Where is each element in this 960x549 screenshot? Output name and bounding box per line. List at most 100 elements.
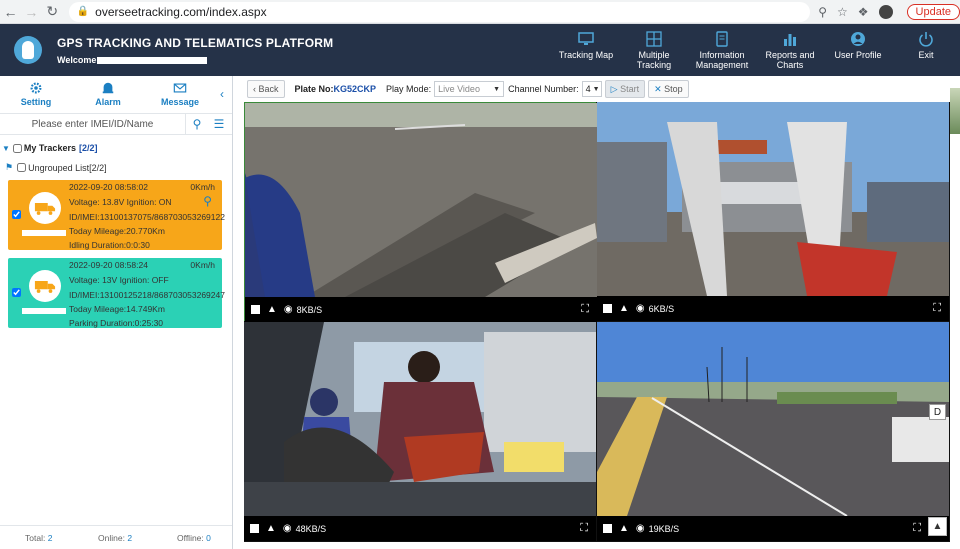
menu-user-profile[interactable]: User Profile [824, 24, 892, 76]
menu-information-management[interactable]: Information Management [688, 24, 756, 76]
bitrate-label: 8KB/S [296, 304, 323, 315]
list-menu-icon[interactable]: ☰ [208, 117, 230, 131]
document-icon [716, 31, 728, 47]
tab-alarm[interactable]: Alarm [72, 81, 144, 107]
plate-label: Plate No:KG52CKP [294, 84, 377, 94]
truck-icon [29, 192, 61, 224]
camera-icon[interactable]: ◉ [636, 303, 645, 314]
menu-exit[interactable]: Exit [892, 24, 960, 76]
map-thumbnail[interactable] [950, 88, 960, 134]
offline-count: Offline: 0 [177, 532, 211, 543]
monitor-icon [578, 32, 594, 45]
bar-chart-icon [784, 34, 796, 46]
tracker-speed: 0Km/h [190, 260, 215, 270]
tree-my-trackers[interactable]: ▼ My Trackers [2/2] [2, 143, 97, 153]
tracker-duration: Idling Duration:0:0:30 [69, 240, 150, 250]
tracker-duration: Parking Duration:0:25:30 [69, 318, 164, 328]
chevron-down-icon: ▼ [493, 85, 501, 93]
record-toggle[interactable] [250, 524, 259, 533]
redacted-tracker-name [22, 230, 66, 236]
record-toggle[interactable] [603, 304, 612, 313]
profile-avatar[interactable] [878, 4, 893, 19]
video-controls: ▲ ◉ 19KB/S ⛶ [597, 516, 949, 541]
camera-icon[interactable]: ◉ [636, 523, 645, 534]
video-channel-3[interactable]: ▲ ◉ 48KB/S ⛶ [244, 322, 596, 541]
close-icon: ✕ [654, 83, 662, 94]
start-button[interactable]: ▷ Start [604, 80, 646, 98]
speaker-icon[interactable]: ▲ [619, 523, 629, 534]
stop-button[interactable]: ✕ Stop [648, 80, 689, 98]
update-button[interactable]: Update [906, 3, 960, 20]
menu-reports-charts[interactable]: Reports and Charts [756, 24, 824, 76]
expand-arrow-icon[interactable]: ▼ [2, 144, 10, 153]
video-feed [245, 103, 597, 297]
extensions-icon[interactable]: ❖ [858, 5, 869, 19]
record-toggle[interactable] [603, 524, 612, 533]
camera-icon[interactable]: ◉ [284, 304, 293, 315]
redacted-username [97, 56, 208, 64]
tracker-card[interactable]: 2022-09-20 08:58:24 0Km/h Voltage: 13V I… [8, 258, 225, 328]
tracker-card[interactable]: 2022-09-20 08:58:02 0Km/h ⚲ Voltage: 13.… [8, 180, 225, 250]
tracker-imei: ID/IMEI:13100137075/868703053269122 [69, 212, 225, 222]
tracker-summary: Total: 2 Online: 2 Offline: 0 [0, 525, 232, 549]
main-menu: Tracking Map Multiple Tracking Informati… [552, 24, 960, 76]
video-controls: ▲ ◉ 48KB/S ⛶ [244, 516, 596, 541]
camera-icon[interactable]: ◉ [283, 523, 292, 534]
key-icon[interactable]: ⚲ [818, 5, 827, 19]
video-channel-4[interactable]: ▲ ◉ 19KB/S ⛶ [597, 322, 949, 541]
fullscreen-icon[interactable]: ⛶ [581, 303, 589, 316]
direction-badge[interactable]: D [929, 404, 946, 420]
forward-arrow-icon[interactable]: → [21, 1, 42, 23]
grid-icon [646, 31, 662, 47]
tab-message[interactable]: Message [144, 81, 216, 107]
welcome-text: Welcome [57, 55, 208, 65]
tab-setting[interactable]: Setting [0, 81, 72, 107]
play-icon: ▷ [610, 83, 618, 94]
menu-tracking-map[interactable]: Tracking Map [552, 24, 620, 76]
collapse-chevron-icon[interactable]: ‹ [220, 87, 224, 101]
tracker-timestamp: 2022-09-20 08:58:24 [69, 260, 148, 270]
play-mode-select[interactable]: Live Video ▼ [434, 81, 505, 97]
alarm-icon [102, 82, 114, 94]
ungrouped-checkbox[interactable] [17, 163, 27, 172]
tracker-imei: ID/IMEI:13100125218/868703053269247 [69, 290, 225, 300]
speaker-icon[interactable]: ▲ [619, 303, 629, 314]
bitrate-label: 19KB/S [648, 523, 680, 534]
back-arrow-icon[interactable]: ← [0, 1, 21, 23]
tracker-mileage: Today Mileage:20.770Km [69, 226, 165, 236]
video-feed [597, 102, 949, 296]
video-controls: ▲ ◉ 8KB/S ⛶ [245, 297, 597, 322]
platform-title: GPS TRACKING AND TELEMATICS PLATFORM [57, 36, 334, 50]
record-toggle[interactable] [251, 305, 260, 314]
tracker-voltage: Voltage: 13.8V Ignition: ON [69, 197, 172, 207]
total-count: Total: 2 [25, 532, 53, 543]
channel-number-select[interactable]: 4 ▼ [581, 81, 602, 97]
reload-icon[interactable]: ↻ [42, 1, 63, 23]
play-mode-label: Play Mode: [386, 84, 432, 94]
satellite-icon: ⚲ [203, 194, 212, 208]
search-icon[interactable]: ⚲ [186, 117, 208, 131]
channel-number-label: Channel Number: [508, 84, 579, 94]
speaker-icon[interactable]: ▲ [266, 523, 276, 534]
menu-multiple-tracking[interactable]: Multiple Tracking [620, 24, 688, 76]
imei-search-input[interactable] [0, 114, 186, 134]
speaker-icon[interactable]: ▲ [267, 304, 277, 315]
tracker-checkbox[interactable] [12, 288, 21, 297]
my-trackers-checkbox[interactable] [12, 143, 22, 153]
address-bar[interactable]: 🔒 overseetracking.com/index.aspx [68, 1, 811, 22]
fullscreen-icon[interactable]: ⛶ [933, 302, 941, 315]
tree-ungrouped-list[interactable]: ⚑ Ungrouped List[2/2] [5, 162, 107, 173]
back-button[interactable]: ‹ Back [247, 80, 285, 98]
fullscreen-icon[interactable]: ⛶ [913, 522, 921, 535]
video-channel-2[interactable]: ▲ ◉ 6KB/S ⛶ [597, 102, 949, 321]
fullscreen-icon[interactable]: ⛶ [580, 522, 588, 535]
bitrate-label: 48KB/S [295, 523, 327, 534]
video-channel-1[interactable]: ▲ ◉ 8KB/S ⛶ [244, 102, 597, 322]
redacted-tracker-name [22, 308, 66, 314]
tracker-checkbox[interactable] [12, 210, 21, 219]
star-icon[interactable]: ☆ [837, 5, 848, 19]
app-header: GPS TRACKING AND TELEMATICS PLATFORM Wel… [0, 24, 960, 76]
truck-icon [29, 270, 61, 302]
tracker-speed: 0Km/h [190, 182, 215, 192]
scroll-up-chevron-icon[interactable]: ▲ [928, 517, 947, 536]
